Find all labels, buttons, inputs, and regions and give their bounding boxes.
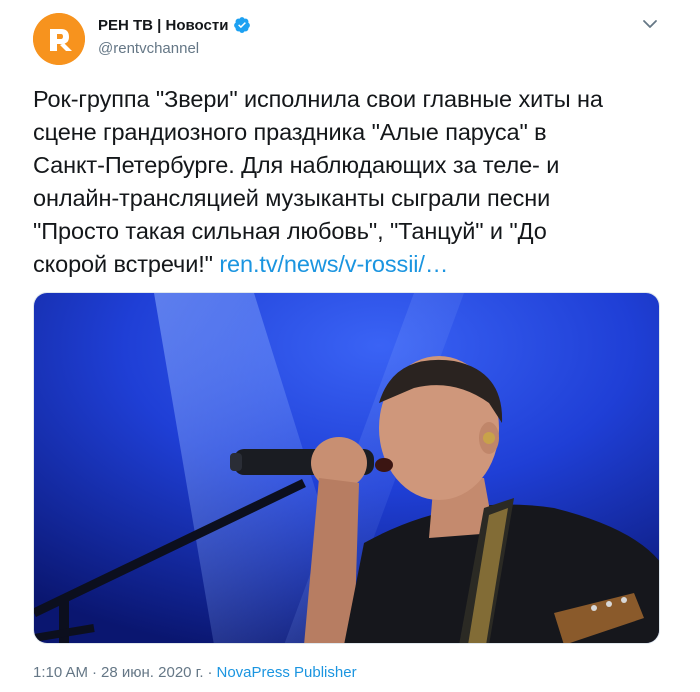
meta-separator: · [207,664,213,681]
tweet-time[interactable]: 1:10 AM [33,664,88,681]
meta-separator: · [92,664,98,681]
tweet-date[interactable]: 28 июн. 2020 г. [101,664,203,681]
tweet-photo[interactable] [33,292,660,644]
verified-badge-icon [233,16,251,34]
avatar[interactable] [33,13,85,65]
concert-photo [34,293,659,643]
tweet-text: Рок-группа "Звери" исполнила свои главны… [33,86,603,277]
tweet-body: Рок-группа "Звери" исполнила свои главны… [33,83,673,281]
tweet-meta: 1:10 AM · 28 июн. 2020 г. · NovaPress Pu… [33,664,357,681]
author-name-row[interactable]: РЕН ТВ | Новости [98,16,251,34]
ren-tv-logo-icon [33,13,85,65]
chevron-down-icon[interactable] [640,16,660,32]
tweet-source[interactable]: NovaPress Publisher [217,664,357,681]
user-handle[interactable]: @rentvchannel [98,40,199,57]
tweet-link[interactable]: ren.tv/news/v-rossii/… [219,251,448,277]
tweet-card: РЕН ТВ | Новости @rentvchannel Рок-групп… [0,0,700,692]
display-name[interactable]: РЕН ТВ | Новости [98,17,228,34]
